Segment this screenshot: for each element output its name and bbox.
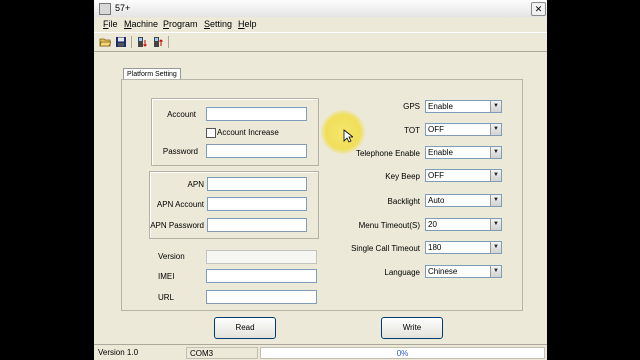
menu-help[interactable]: Help xyxy=(238,19,257,29)
menu-setting[interactable]: Setting xyxy=(204,19,232,29)
read-radio-icon[interactable] xyxy=(136,36,148,48)
menu-program[interactable]: Program xyxy=(163,19,198,29)
mouse-pointer-icon xyxy=(343,129,353,143)
chevron-down-icon: ▼ xyxy=(490,147,501,158)
gps-select[interactable]: Enable ▼ xyxy=(425,100,502,113)
key-beep-label: Key Beep xyxy=(385,172,420,181)
application-window: 57+ ✕ File Machine Program Setting Help … xyxy=(94,0,547,360)
status-version: Version 1.0 xyxy=(98,348,139,357)
apn-account-label: APN Account xyxy=(156,200,204,209)
chevron-down-icon: ▼ xyxy=(490,219,501,230)
menu-timeout-label: Menu Timeout(S) xyxy=(358,221,420,230)
gps-label: GPS xyxy=(403,102,420,111)
status-bar: Version 1.0 COM3 0% xyxy=(94,344,547,360)
apn-label: APN xyxy=(187,180,204,189)
chevron-down-icon: ▼ xyxy=(490,170,501,181)
single-call-timeout-label: Single Call Timeout xyxy=(351,244,420,253)
single-call-timeout-select[interactable]: 180 ▼ xyxy=(425,241,502,254)
url-label: URL xyxy=(158,293,175,302)
toolbar xyxy=(94,32,547,52)
save-disk-icon[interactable] xyxy=(115,36,127,48)
apn-password-input[interactable] xyxy=(207,218,307,232)
version-field xyxy=(206,250,317,264)
write-button[interactable]: Write xyxy=(381,317,443,339)
chevron-down-icon: ▼ xyxy=(490,242,501,253)
backlight-label: Backlight xyxy=(387,197,420,206)
chevron-down-icon: ▼ xyxy=(490,124,501,135)
account-label: Account xyxy=(167,110,196,119)
open-folder-icon[interactable] xyxy=(99,36,111,48)
key-beep-select[interactable]: OFF ▼ xyxy=(425,169,502,182)
apn-input[interactable] xyxy=(207,177,307,191)
backlight-select[interactable]: Auto ▼ xyxy=(425,194,502,207)
status-port: COM3 xyxy=(186,347,258,359)
imei-label: IMEI xyxy=(158,272,175,281)
chevron-down-icon: ▼ xyxy=(490,101,501,112)
write-radio-icon[interactable] xyxy=(152,36,164,48)
menu-bar: File Machine Program Setting Help xyxy=(94,17,547,32)
apn-password-label: APN Password xyxy=(150,221,204,230)
password-input[interactable] xyxy=(206,144,307,158)
app-icon xyxy=(99,3,111,15)
password-label: Password xyxy=(162,147,198,156)
account-increase-label: Account Increase xyxy=(217,128,279,137)
toolbar-separator xyxy=(131,36,132,48)
url-field[interactable] xyxy=(206,290,317,304)
toolbar-separator xyxy=(168,36,169,48)
menu-machine[interactable]: Machine xyxy=(124,19,158,29)
read-button[interactable]: Read xyxy=(214,317,276,339)
progress-bar: 0% xyxy=(260,347,545,359)
chevron-down-icon: ▼ xyxy=(490,195,501,206)
menu-file[interactable]: File xyxy=(103,19,118,29)
version-label: Version xyxy=(158,252,185,261)
language-select[interactable]: Chinese ▼ xyxy=(425,265,502,278)
progress-text: 0% xyxy=(396,349,409,358)
imei-field[interactable] xyxy=(206,269,317,283)
title-bar: 57+ ✕ xyxy=(94,0,547,18)
telephone-enable-select[interactable]: Enable ▼ xyxy=(425,146,502,159)
language-label: Language xyxy=(384,268,420,277)
menu-timeout-select[interactable]: 20 ▼ xyxy=(425,218,502,231)
platform-setting-panel: Account Account Increase Password APN AP… xyxy=(121,79,523,311)
chevron-down-icon: ▼ xyxy=(490,266,501,277)
close-button[interactable]: ✕ xyxy=(531,2,546,16)
account-input[interactable] xyxy=(206,107,307,121)
account-increase-checkbox[interactable] xyxy=(206,128,216,138)
window-title: 57+ xyxy=(115,3,131,13)
apn-account-input[interactable] xyxy=(207,197,307,211)
tot-select[interactable]: OFF ▼ xyxy=(425,123,502,136)
